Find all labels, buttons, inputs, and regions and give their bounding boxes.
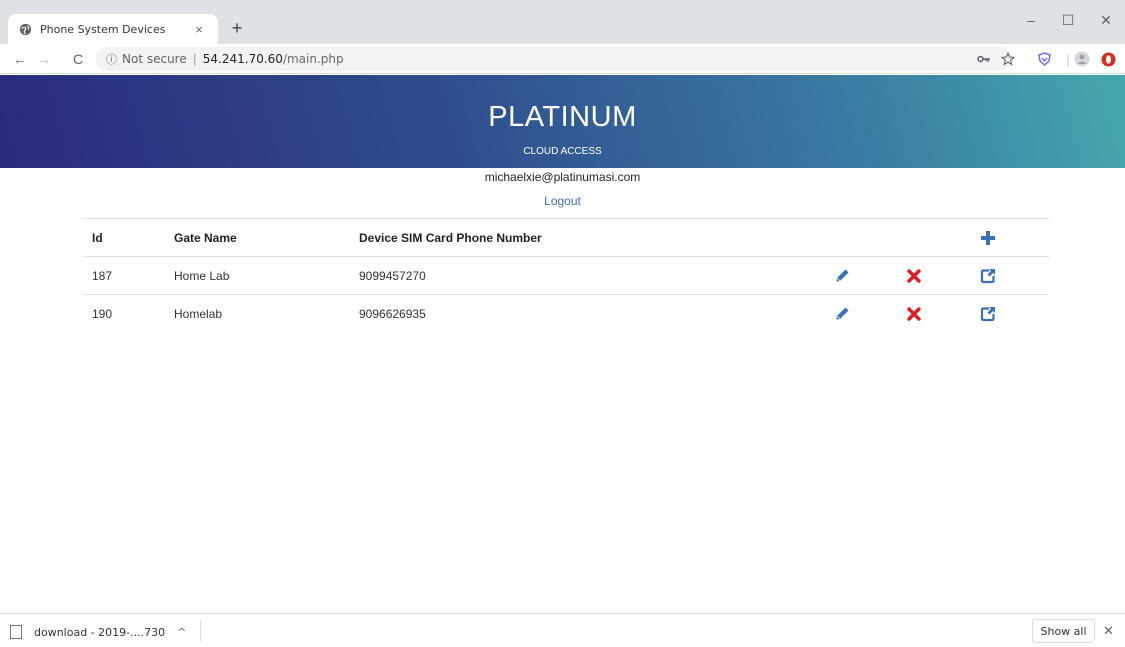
column-header-gate-name: Gate Name xyxy=(174,231,237,245)
site-title: PLATINUM xyxy=(488,101,637,133)
tab-title: Phone System Devices xyxy=(40,22,166,36)
x-icon xyxy=(907,269,921,283)
pencil-icon xyxy=(836,307,849,320)
show-all-button[interactable]: Show all xyxy=(1032,619,1095,643)
row-id: 190 xyxy=(92,307,113,321)
file-icon xyxy=(10,625,22,639)
address-bar[interactable]: ⓘ Not secure | 54.241.70.60/main.php xyxy=(96,47,1011,71)
delete-button[interactable] xyxy=(904,304,924,324)
column-header-phone: Device SIM Card Phone Number xyxy=(359,231,542,245)
table-row: 187 Home Lab 9099457270 xyxy=(82,256,1049,294)
new-tab-button[interactable]: + xyxy=(226,17,248,39)
add-device-button[interactable] xyxy=(978,228,998,248)
close-window-button[interactable]: ✕ xyxy=(1088,8,1124,32)
column-header-id: Id xyxy=(92,231,103,245)
devices-table: Id Gate Name Device SIM Card Phone Numbe… xyxy=(82,218,1049,332)
external-link-icon xyxy=(980,307,995,322)
open-button[interactable] xyxy=(978,304,998,324)
opera-extension-icon[interactable] xyxy=(1098,50,1118,68)
edit-button[interactable] xyxy=(832,304,852,324)
security-label: Not secure xyxy=(122,52,187,66)
download-bar: download - 2019-....730 ^ Show all ✕ xyxy=(0,613,1125,647)
row-phone: 9096626935 xyxy=(359,307,426,321)
url-path: /main.php xyxy=(282,52,344,66)
external-link-icon xyxy=(980,269,995,284)
browser-tab[interactable]: Phone System Devices × xyxy=(8,14,218,44)
info-icon[interactable]: ⓘ xyxy=(106,51,117,67)
logout-link[interactable]: Logout xyxy=(0,194,1125,208)
table-row: 190 Homelab 9096626935 xyxy=(82,294,1049,332)
download-divider xyxy=(200,620,201,642)
row-gate-name: Home Lab xyxy=(174,269,230,283)
minimize-button[interactable]: – xyxy=(1013,8,1049,32)
row-phone: 9099457270 xyxy=(359,269,426,283)
pencil-icon xyxy=(836,269,849,282)
download-item[interactable]: download - 2019-....730 ^ xyxy=(10,621,186,643)
shield-extension-icon[interactable] xyxy=(1034,50,1054,68)
table-header-row: Id Gate Name Device SIM Card Phone Numbe… xyxy=(82,218,1049,256)
row-id: 187 xyxy=(92,269,113,283)
browser-toolbar: ← → C ⓘ Not secure | 54.241.70.60/main.p… xyxy=(0,44,1125,74)
profile-avatar-icon[interactable] xyxy=(1072,50,1092,68)
url-host: 54.241.70.60 xyxy=(202,52,283,66)
globe-icon xyxy=(18,22,32,36)
delete-button[interactable] xyxy=(904,266,924,286)
back-button[interactable]: ← xyxy=(10,50,30,68)
plus-icon xyxy=(981,231,995,245)
key-icon[interactable] xyxy=(974,50,994,68)
reload-button[interactable]: C xyxy=(68,50,88,68)
browser-tabstrip: Phone System Devices × + – ☐ ✕ xyxy=(0,0,1125,44)
forward-button[interactable]: → xyxy=(34,50,54,68)
row-gate-name: Homelab xyxy=(174,307,223,321)
star-icon[interactable] xyxy=(998,50,1018,68)
site-subtitle: CLOUD ACCESS xyxy=(523,146,602,157)
edit-button[interactable] xyxy=(832,266,852,286)
url-separator: | xyxy=(192,52,197,66)
site-header: PLATINUM CLOUD ACCESS xyxy=(0,75,1125,168)
download-filename: download - 2019-....730 xyxy=(34,625,166,639)
open-button[interactable] xyxy=(978,266,998,286)
x-icon xyxy=(907,307,921,321)
user-email: michaelxie@platinumasi.com xyxy=(484,170,641,184)
close-icon[interactable]: ✕ xyxy=(1103,623,1114,639)
maximize-button[interactable]: ☐ xyxy=(1050,8,1086,32)
chevron-up-icon[interactable]: ^ xyxy=(177,626,186,639)
tab-close-icon[interactable]: × xyxy=(190,22,208,37)
